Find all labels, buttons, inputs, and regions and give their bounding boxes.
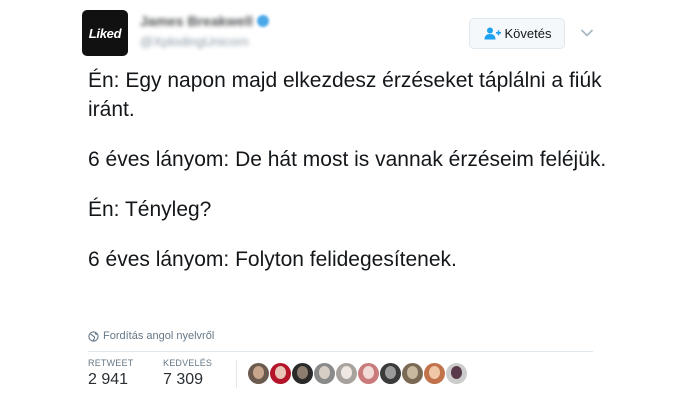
- liker-avatar[interactable]: [314, 363, 335, 384]
- liker-avatar[interactable]: [446, 363, 467, 384]
- stats-separator: [236, 360, 237, 388]
- translate-label: Fordítás angol nyelvről: [103, 330, 215, 342]
- liker-avatar[interactable]: [402, 363, 423, 384]
- author-name[interactable]: James Breakwell: [140, 13, 253, 29]
- tweet-paragraph: Én: Tényleg?: [88, 198, 212, 221]
- retweet-count: 2 941: [88, 371, 129, 388]
- avatar-photo: [363, 366, 374, 379]
- tweet-paragraph: 6 éves lányom: Folyton felidegesítenek.: [88, 248, 457, 271]
- like-label: KEDVELÉS: [163, 358, 213, 368]
- avatar-photo: [341, 366, 352, 379]
- tweet-paragraph: Én: Egy napon majd elkezdesz érzéseket t…: [88, 69, 602, 121]
- avatar-photo: [253, 366, 264, 379]
- liker-avatar[interactable]: [270, 363, 291, 384]
- liker-avatar[interactable]: [424, 363, 445, 384]
- tweet-paragraph: 6 éves lányom: De hát most is vannak érz…: [88, 148, 607, 171]
- avatar-photo: [297, 366, 308, 379]
- like-count: 7 309: [163, 371, 204, 388]
- translate-link[interactable]: Fordítás angol nyelvről: [88, 330, 214, 342]
- author-handle[interactable]: @XplodingUnicorn: [140, 34, 269, 49]
- chevron-down-icon[interactable]: [580, 26, 594, 40]
- retweet-label: RETWEET: [88, 358, 134, 368]
- verified-badge-icon: [256, 15, 269, 27]
- avatar-text: Liked: [88, 25, 122, 41]
- liker-avatar[interactable]: [248, 363, 269, 384]
- liker-avatar[interactable]: [292, 363, 313, 384]
- follow-button[interactable]: Követés: [469, 18, 565, 49]
- retweet-stat[interactable]: RETWEET 2 941: [88, 358, 133, 389]
- avatar-photo: [429, 366, 440, 379]
- liker-avatars: [248, 363, 467, 384]
- stats-divider: [88, 351, 593, 352]
- avatar-photo: [385, 366, 396, 379]
- liker-avatar[interactable]: [380, 363, 401, 384]
- avatar-photo: [275, 366, 286, 379]
- avatar-photo: [451, 366, 462, 379]
- author-name-row[interactable]: James Breakwell: [140, 13, 269, 29]
- author-avatar[interactable]: Liked: [82, 10, 128, 56]
- avatar-photo: [319, 366, 330, 379]
- liker-avatar[interactable]: [336, 363, 357, 384]
- add-person-icon: [484, 27, 501, 40]
- like-stat[interactable]: KEDVELÉS 7 309: [163, 358, 212, 389]
- follow-button-label: Követés: [504, 26, 552, 41]
- tweet-text: Én: Egy napon majd elkezdesz érzéseket t…: [88, 66, 608, 295]
- avatar-photo: [407, 366, 418, 379]
- liker-avatar[interactable]: [358, 363, 379, 384]
- author-info[interactable]: James Breakwell @XplodingUnicorn: [140, 13, 269, 49]
- globe-icon: [88, 330, 99, 342]
